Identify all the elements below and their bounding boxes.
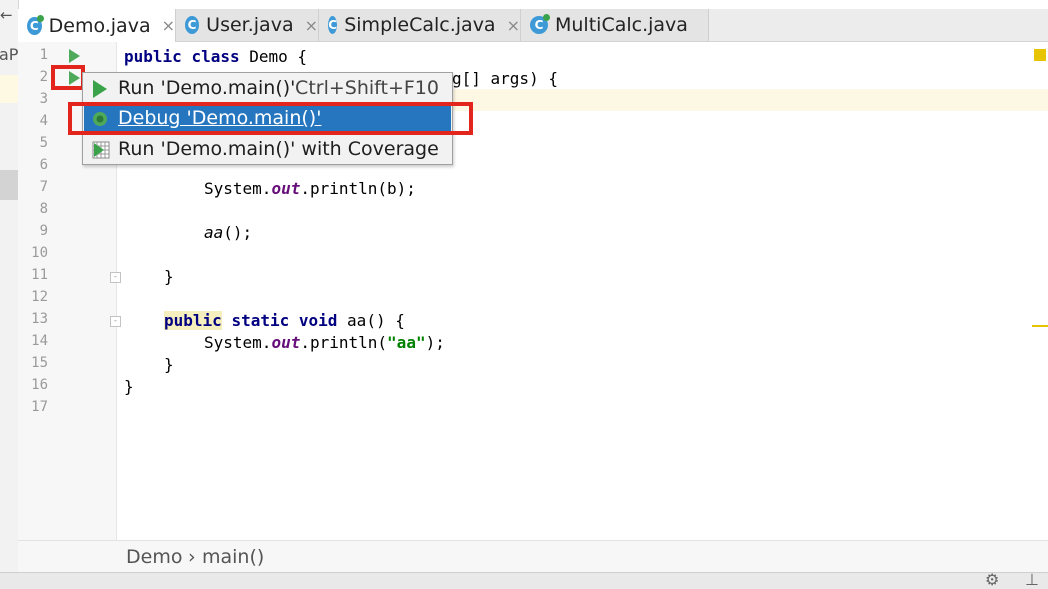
- back-arrow-icon[interactable]: ←: [0, 6, 13, 24]
- tab-label: MultiCalc.java: [555, 14, 688, 36]
- line-number: 14: [31, 333, 48, 349]
- breadcrumb-method[interactable]: main(): [202, 546, 264, 568]
- pin-icon[interactable]: ⊥: [1025, 570, 1039, 589]
- line-number: 6: [39, 157, 48, 173]
- debug-highlight-box: [68, 102, 473, 135]
- code-line-14: System.out.println("aa");: [204, 333, 445, 352]
- line-number: 3: [39, 91, 48, 107]
- line-number: 12: [31, 289, 48, 305]
- analysis-warning-marker[interactable]: [1034, 49, 1046, 61]
- line-number: 5: [39, 135, 48, 151]
- menu-item-run[interactable]: Run 'Demo.main()' Ctrl+Shift+F10: [84, 74, 451, 102]
- run-gutter-highlight-box: [51, 65, 85, 90]
- close-tab-icon[interactable]: ×: [305, 16, 318, 35]
- tab-label: User.java: [206, 14, 294, 36]
- line-number: 10: [31, 245, 48, 261]
- java-class-icon: C: [530, 14, 550, 34]
- project-tree-fragment: aP: [0, 45, 19, 64]
- line-number: 2: [39, 69, 48, 85]
- error-stripe-mark[interactable]: [1032, 325, 1048, 327]
- line-number: 15: [31, 355, 48, 371]
- tab-simplecalc-java[interactable]: C SimpleCalc.java ×: [319, 9, 521, 41]
- line-number: 7: [39, 179, 48, 195]
- line-number: 8: [39, 201, 48, 217]
- gear-icon[interactable]: ⚙: [985, 570, 999, 589]
- java-class-icon: C: [185, 16, 200, 34]
- coverage-icon: [92, 141, 110, 159]
- runnable-badge-icon: [543, 14, 550, 21]
- runnable-badge-icon: [36, 14, 44, 22]
- close-tab-icon[interactable]: ×: [162, 16, 175, 35]
- run-icon: [92, 80, 108, 98]
- code-line-2-tail: g[] args) {: [452, 69, 558, 88]
- code-line-9: aa();: [204, 223, 253, 242]
- line-number: 1: [39, 47, 48, 63]
- menu-shortcut: Ctrl+Shift+F10: [295, 77, 439, 99]
- code-line-16: }: [124, 377, 134, 396]
- code-line-7: System.out.println(b);: [204, 179, 416, 198]
- java-class-icon: C: [328, 16, 338, 34]
- project-panel-edge[interactable]: ← aP: [0, 0, 19, 588]
- line-number: 13: [31, 311, 48, 327]
- breadcrumb-separator: ›: [188, 546, 196, 568]
- tab-label: Demo.java: [48, 14, 151, 37]
- tab-demo-java[interactable]: C Demo.java ×: [18, 9, 176, 42]
- line-number: 9: [39, 223, 48, 239]
- status-bar: ⚙ ⊥: [0, 570, 1048, 589]
- tab-label: SimpleCalc.java: [344, 14, 496, 36]
- tab-user-java[interactable]: C User.java ×: [176, 9, 319, 41]
- selected-tree-row[interactable]: [0, 170, 18, 200]
- line-number: 11: [31, 267, 48, 283]
- line-number: 4: [39, 113, 48, 129]
- tab-multicalc-java[interactable]: C MultiCalc.java: [521, 9, 709, 41]
- editor-tab-bar: C Demo.java × C User.java × C SimpleCalc…: [18, 9, 1048, 42]
- menu-item-run-with-coverage[interactable]: Run 'Demo.main()' with Coverage: [84, 135, 451, 163]
- line-number: 17: [31, 399, 48, 415]
- run-class-icon[interactable]: [69, 49, 80, 63]
- line-number: 16: [31, 377, 48, 393]
- caret-row-marker: [0, 75, 18, 103]
- java-class-icon: C: [27, 14, 44, 35]
- code-line-15: }: [164, 355, 174, 374]
- fold-start-icon[interactable]: -: [110, 316, 121, 327]
- code-line-1: public class Demo {: [124, 47, 308, 66]
- code-line-11: }: [164, 267, 174, 286]
- fold-end-icon[interactable]: -: [110, 272, 121, 283]
- code-line-13: public static void aa() {: [164, 311, 405, 330]
- breadcrumb-class[interactable]: Demo: [126, 546, 182, 568]
- breadcrumb: Demo › main(): [18, 540, 1048, 573]
- close-tab-icon[interactable]: ×: [507, 16, 520, 35]
